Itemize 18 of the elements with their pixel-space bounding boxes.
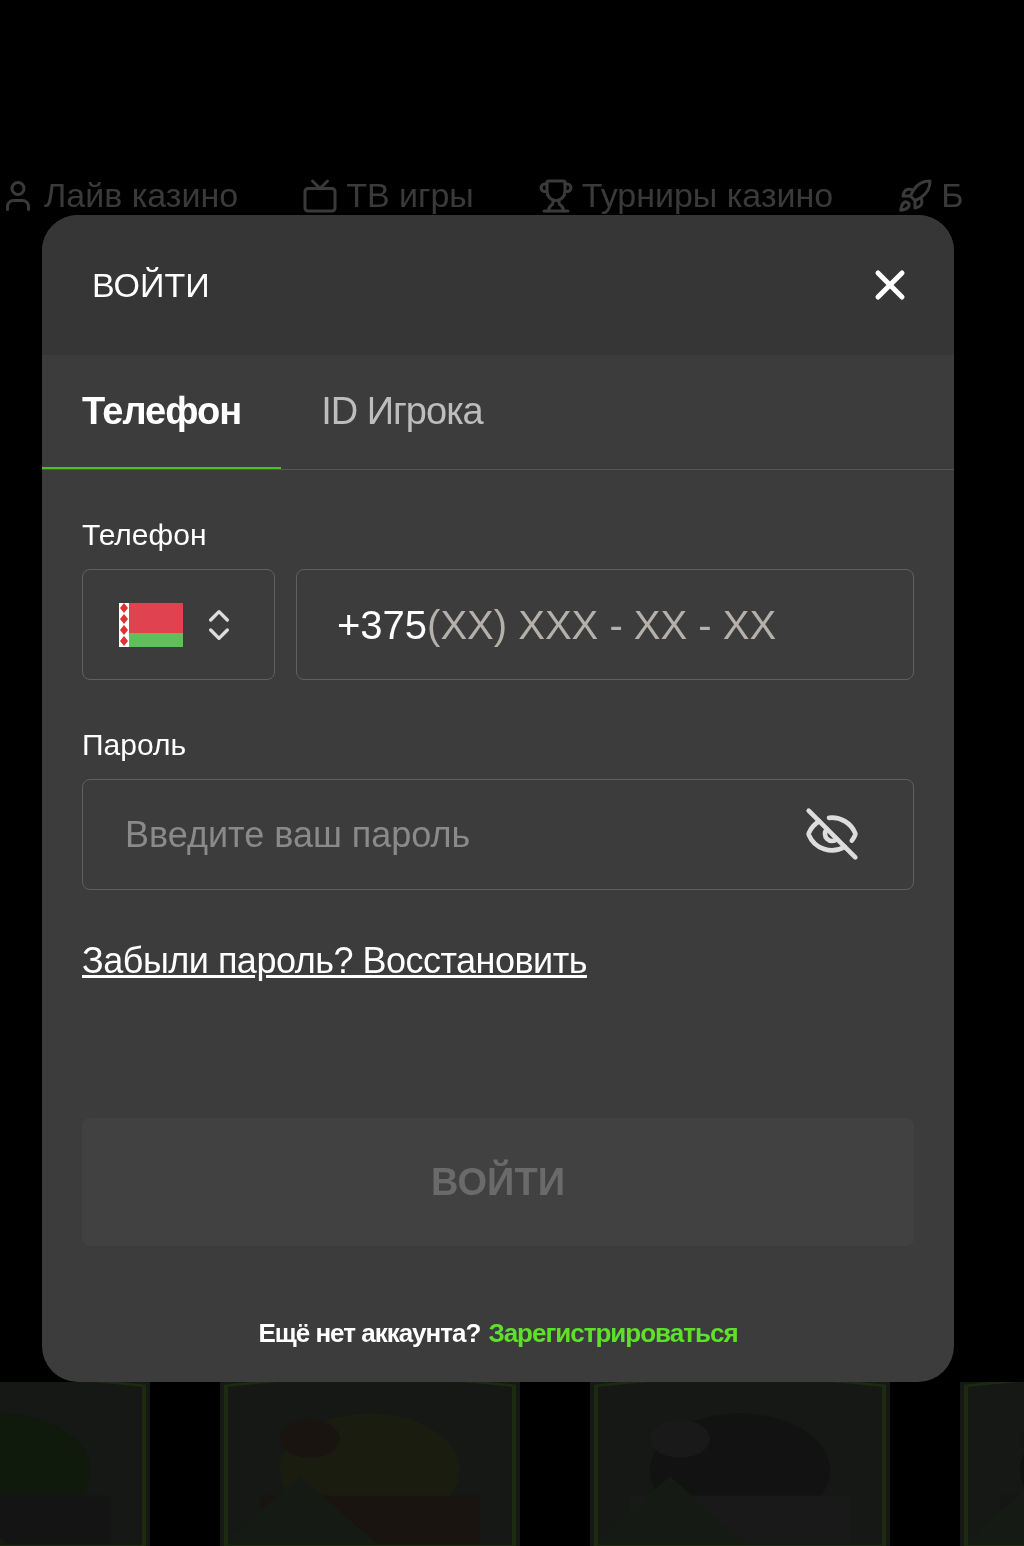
- dialog-title: ВОЙТИ: [92, 264, 210, 306]
- tab[interactable]: ID Игрока: [281, 355, 523, 469]
- signup-prompt: Ещё нет аккаунта?: [258, 1317, 481, 1350]
- phone-field[interactable]: +375(XX) XXX - XX - XX: [296, 569, 914, 680]
- forgot-password-link[interactable]: Забыли пароль? Восстановить: [82, 934, 587, 988]
- field-label: Пароль: [82, 727, 188, 763]
- flag-icon: [118, 602, 183, 647]
- country-select[interactable]: [82, 569, 275, 680]
- trophy-icon: [537, 177, 574, 214]
- field-label: Телефон: [82, 517, 208, 553]
- phone-code: +375: [337, 601, 428, 649]
- password-field[interactable]: Введите ваш пароль: [82, 779, 914, 890]
- eye-off-icon[interactable]: [804, 806, 860, 862]
- phone-mask: (XX) XXX - XX - XX: [427, 601, 777, 649]
- tv-icon: [302, 177, 339, 214]
- signup-link[interactable]: Зарегистрироваться: [488, 1314, 738, 1353]
- rocket-icon: [897, 177, 934, 214]
- tab[interactable]: Телефон: [42, 355, 282, 469]
